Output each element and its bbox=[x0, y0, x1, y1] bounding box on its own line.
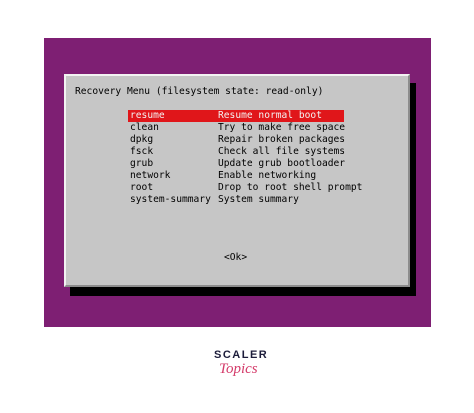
logo-wordmark-top: SCALER bbox=[214, 349, 269, 361]
logo-wordmark-bottom: Topics bbox=[219, 361, 258, 377]
ok-button[interactable]: <Ok> bbox=[224, 252, 247, 264]
menu-item-grub[interactable]: grub Update grub bootloader bbox=[128, 158, 346, 170]
menu-item-description: Drop to root shell prompt bbox=[218, 182, 363, 193]
menu-item-description: Enable networking bbox=[218, 170, 317, 181]
menu-item-key: resume bbox=[130, 110, 165, 121]
menu-item-description: System summary bbox=[218, 194, 299, 205]
dialog-title: Recovery Menu (filesystem state: read-on… bbox=[75, 86, 324, 97]
menu-item-key: dpkg bbox=[130, 134, 154, 145]
menu-item-resume[interactable]: resume Resume normal boot bbox=[128, 110, 344, 122]
menu-item-system-summary[interactable]: system-summary System summary bbox=[128, 194, 344, 206]
menu-item-description: Check all file systems bbox=[218, 146, 346, 157]
menu-item-key: system-summary bbox=[130, 194, 211, 205]
menu-item-root[interactable]: root Drop to root shell prompt bbox=[128, 182, 362, 194]
menu-item-dpkg[interactable]: dpkg Repair broken packages bbox=[128, 134, 346, 146]
menu-item-network[interactable]: network Enable networking bbox=[128, 170, 344, 182]
scaler-topics-logo: SCALER Topics bbox=[205, 346, 275, 382]
recovery-menu-dialog: Recovery Menu (filesystem state: read-on… bbox=[64, 74, 410, 287]
menu-item-description: Repair broken packages bbox=[218, 134, 346, 145]
menu-item-key: root bbox=[130, 182, 154, 193]
menu-item-key: fsck bbox=[130, 146, 154, 157]
menu-item-description: Resume normal boot bbox=[218, 110, 322, 121]
menu-item-description: Update grub bootloader bbox=[218, 158, 346, 169]
menu-item-key: grub bbox=[130, 158, 154, 169]
menu-item-description: Try to make free space bbox=[218, 122, 346, 133]
page: Recovery Menu (filesystem state: read-on… bbox=[0, 0, 474, 413]
menu-item-key: network bbox=[130, 170, 171, 181]
menu-item-clean[interactable]: clean Try to make free space bbox=[128, 122, 346, 134]
menu-item-key: clean bbox=[130, 122, 159, 133]
recovery-menu-list: resume Resume normal boot clean Try to m… bbox=[128, 110, 362, 206]
menu-item-fsck[interactable]: fsck Check all file systems bbox=[128, 146, 346, 158]
